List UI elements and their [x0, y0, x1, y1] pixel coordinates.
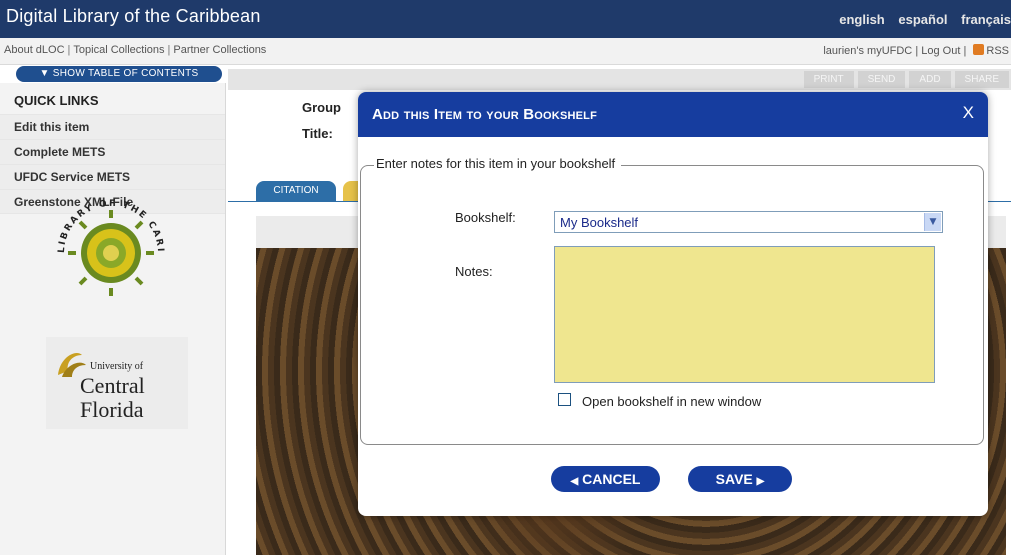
dloc-seal-logo: LIBRARY OF THE CARIBBEAN DIGITAL [46, 188, 163, 296]
tab-citation[interactable]: CITATION [256, 181, 336, 201]
user-links: laurien's myUFDC | Log Out | RSS [823, 44, 1009, 57]
right-arrow-icon: ▶ [756, 476, 765, 487]
save-label: SAVE [715, 471, 753, 487]
add-button[interactable]: ADD [909, 71, 951, 88]
ucf-logo-line3: Florida [80, 397, 144, 422]
title-label: Title: [302, 126, 333, 141]
language-french[interactable]: français [961, 12, 1011, 27]
nav-partner-collections[interactable]: Partner Collections [173, 44, 266, 56]
cancel-button[interactable]: ◀ CANCEL [551, 466, 660, 492]
save-button[interactable]: SAVE ▶ [688, 466, 792, 492]
send-button[interactable]: SEND [857, 71, 906, 88]
quick-link-ufdc-service-mets[interactable]: UFDC Service METS [0, 164, 225, 189]
open-in-new-window-checkbox[interactable] [558, 393, 571, 406]
item-toolbar: PRINT SEND ADD SHARE [228, 69, 1011, 90]
share-button[interactable]: SHARE [954, 71, 1009, 88]
bookshelf-label: Bookshelf: [455, 210, 516, 225]
dialog-header: Add this Item to your Bookshelf X [358, 92, 988, 137]
toolbar-buttons: PRINT SEND ADD SHARE [800, 71, 1009, 88]
cancel-label: CANCEL [582, 471, 641, 487]
separator: | [167, 44, 171, 56]
close-button[interactable]: X [963, 103, 974, 123]
group-label: Group [302, 100, 341, 115]
language-spanish[interactable]: español [898, 12, 947, 27]
notes-textarea[interactable] [554, 246, 935, 383]
ucf-logo-line2: Central [80, 373, 145, 398]
add-to-bookshelf-dialog: Add this Item to your Bookshelf X Enter … [358, 92, 988, 516]
nav-topical-collections[interactable]: Topical Collections [73, 44, 164, 56]
rss-link[interactable]: RSS [986, 45, 1009, 57]
quick-links-heading: QUICK LINKS [14, 93, 99, 108]
open-in-new-window-label[interactable]: Open bookshelf in new window [582, 394, 761, 409]
separator: | [963, 45, 967, 57]
item-metadata: Group Title: [302, 100, 341, 152]
left-arrow-icon: ◀ [570, 476, 579, 487]
ucf-logo-line1: University of [90, 361, 144, 372]
my-ufdc-link[interactable]: laurien's myUFDC [823, 45, 912, 57]
rss-icon[interactable] [973, 44, 985, 55]
fieldset-legend: Enter notes for this item in your booksh… [374, 156, 622, 171]
sub-navigation: About dLOC | Topical Collections | Partner C… [4, 44, 266, 56]
sub-navigation-bar: About dLOC | Topical Collections | Partner C… [0, 38, 1011, 65]
quick-link-complete-mets[interactable]: Complete METS [0, 139, 225, 164]
separator: | [67, 44, 71, 56]
sidebar: QUICK LINKS Edit this item Complete METS… [0, 83, 226, 555]
bookshelf-select[interactable]: My Bookshelf ▼ [554, 211, 943, 233]
chevron-down-icon[interactable]: ▼ [924, 213, 941, 231]
nav-about-dloc[interactable]: About dLOC [4, 44, 65, 56]
separator: | [915, 45, 919, 57]
logout-link[interactable]: Log Out [921, 45, 960, 57]
ucf-logo: University of Central Florida [46, 337, 188, 429]
ucf-logo-graphic: University of Central Florida [58, 353, 145, 422]
bookshelf-selected-value: My Bookshelf [560, 215, 639, 230]
language-english[interactable]: english [839, 12, 885, 27]
language-links: english español français [829, 12, 1011, 27]
print-button[interactable]: PRINT [803, 71, 854, 88]
show-table-of-contents-button[interactable]: ▼ SHOW TABLE OF CONTENTS [16, 66, 222, 82]
quick-link-edit-item[interactable]: Edit this item [0, 114, 225, 139]
notes-label: Notes: [455, 264, 493, 279]
top-header: Digital Library of the Caribbean english… [0, 0, 1011, 38]
site-title[interactable]: Digital Library of the Caribbean [6, 6, 261, 27]
dialog-title: Add this Item to your Bookshelf [372, 106, 598, 123]
